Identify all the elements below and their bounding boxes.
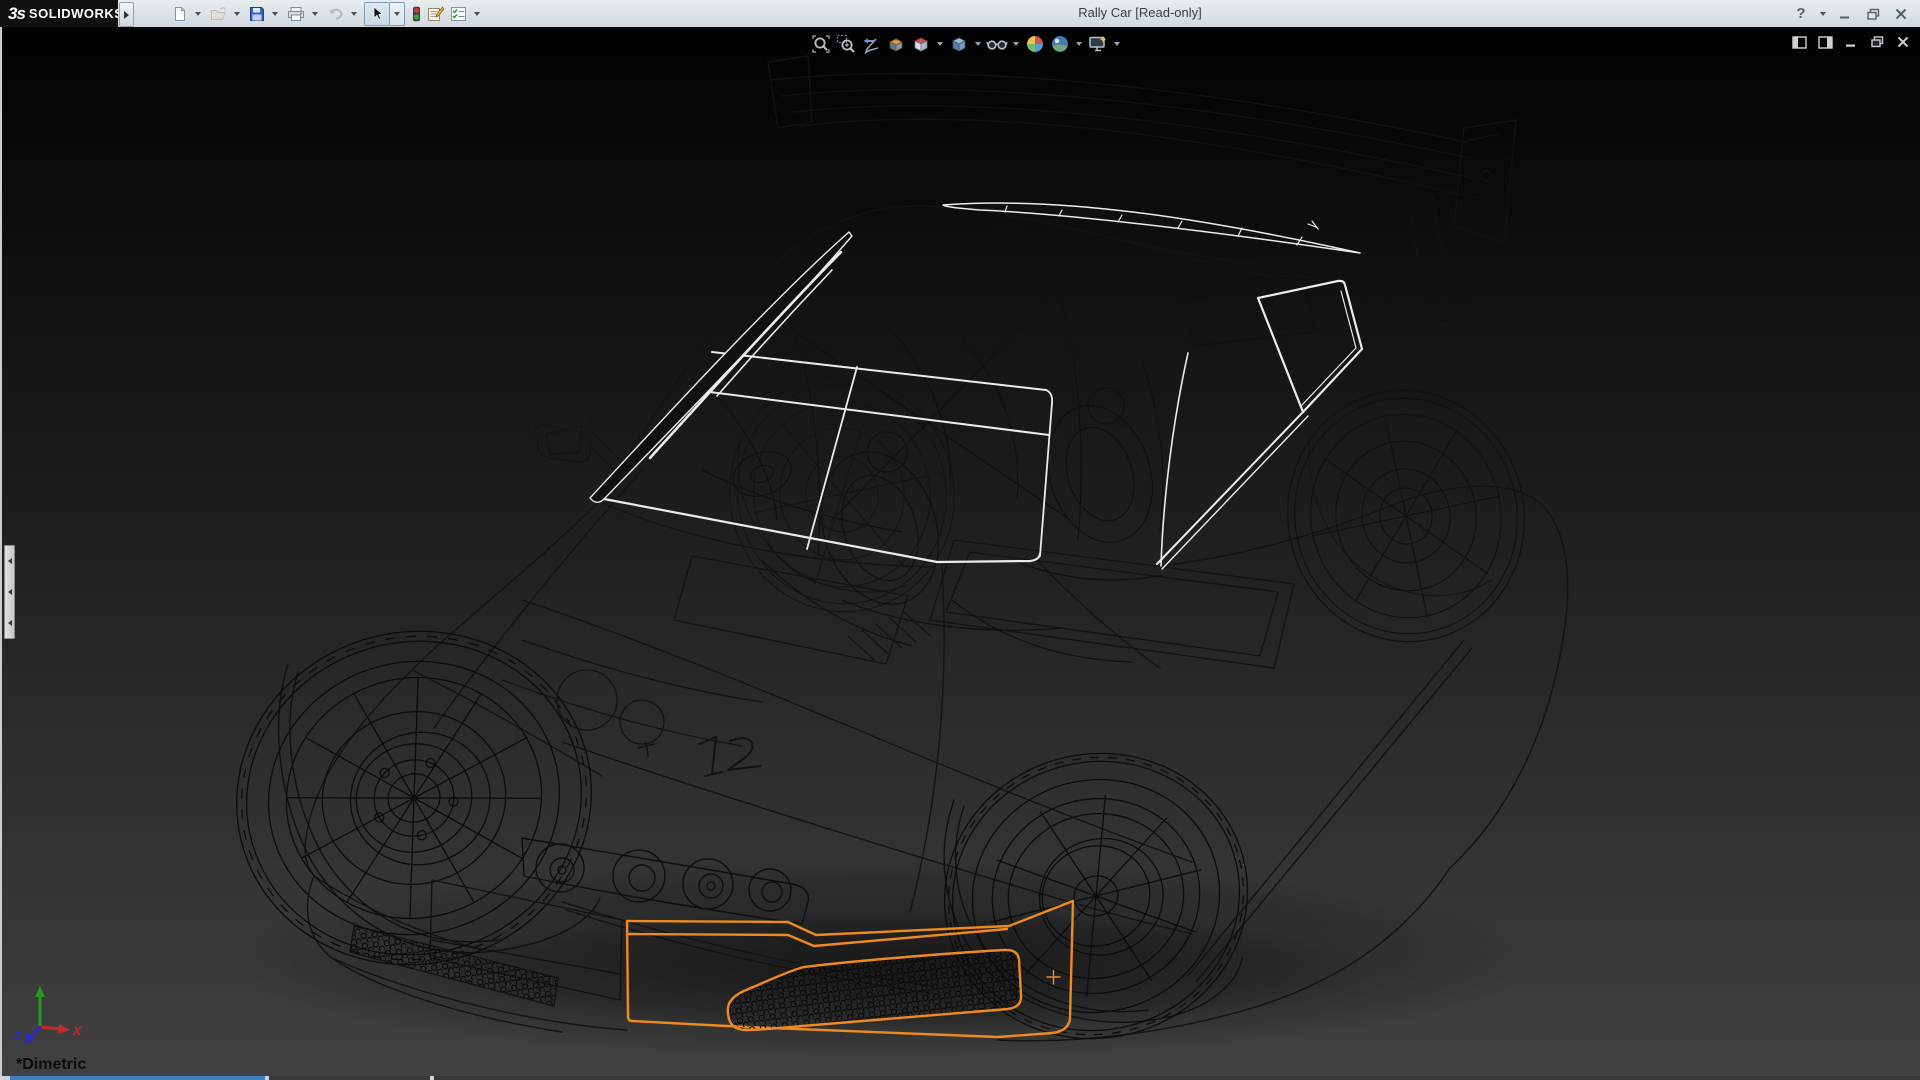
brand-name: SOLIDWORKS <box>29 6 124 21</box>
viewport-canvas[interactable]: X Z <box>2 27 1920 1080</box>
new-document-icon <box>172 6 188 22</box>
view-orientation-label: *Dimetric <box>16 1056 86 1074</box>
pane-right-icon <box>1818 36 1833 49</box>
zoom-to-area-icon <box>836 34 856 54</box>
undo-arrow-icon <box>327 6 344 22</box>
help-dropdown[interactable] <box>1818 4 1828 24</box>
doc-restore-button[interactable] <box>1868 33 1886 51</box>
highlighted-edges[interactable] <box>590 203 1362 569</box>
section-view-button[interactable] <box>885 33 907 55</box>
open-button[interactable] <box>208 3 229 25</box>
minimize-button[interactable] <box>1834 4 1856 24</box>
print-button[interactable] <box>285 3 307 25</box>
display-style-button[interactable] <box>948 33 970 55</box>
triad-x-label: X <box>72 1024 82 1038</box>
save-dropdown[interactable] <box>269 3 281 25</box>
doc-minimize-icon <box>1845 36 1857 48</box>
solidworks-logo: 3s SOLIDWORKS <box>0 0 118 27</box>
select-tool-button[interactable] <box>364 2 390 26</box>
zoom-to-fit-button[interactable] <box>810 33 832 55</box>
hide-show-items-button[interactable] <box>986 33 1008 55</box>
xpress-products-button[interactable] <box>410 3 423 25</box>
orientation-triad: X Z <box>13 986 82 1043</box>
save-floppy-icon <box>249 6 265 22</box>
brand-mark: 3s <box>8 4 25 24</box>
apply-scene-icon <box>1050 34 1070 54</box>
apply-scene-button[interactable] <box>1049 33 1071 55</box>
previous-view-button[interactable] <box>860 33 882 55</box>
chevron-left-icon <box>8 620 12 626</box>
graphics-viewport[interactable]: X Z <box>0 27 1920 1080</box>
undo-button[interactable] <box>325 3 346 25</box>
display-style-icon <box>949 34 969 54</box>
view-settings-button[interactable] <box>1087 33 1109 55</box>
edit-appearance-button[interactable] <box>1024 33 1046 55</box>
rear-deck-details[interactable] <box>968 218 1472 346</box>
hide-show-items-dropdown[interactable] <box>1011 33 1021 55</box>
open-dropdown[interactable] <box>231 3 243 25</box>
view-orientation-button[interactable] <box>910 33 932 55</box>
document-title: Rally Car [Read-only] <box>1040 0 1240 26</box>
checklist-icon <box>450 6 467 22</box>
chevron-right-icon <box>124 11 129 19</box>
solidworks-window: 3s SOLIDWORKS <box>0 0 1920 1080</box>
print-dropdown[interactable] <box>309 3 321 25</box>
display-style-dropdown[interactable] <box>973 33 983 55</box>
previous-view-icon <box>861 34 881 54</box>
document-window-controls <box>1790 33 1912 51</box>
section-view-icon <box>886 34 906 54</box>
title-bar: 3s SOLIDWORKS <box>0 0 1920 28</box>
chevron-left-icon <box>8 589 12 595</box>
doc-close-button[interactable] <box>1894 33 1912 51</box>
appearance-sphere-icon <box>1025 34 1045 54</box>
view-settings-icon <box>1088 34 1108 54</box>
view-settings-dropdown[interactable] <box>1112 33 1122 55</box>
select-tool-dropdown[interactable] <box>390 2 405 26</box>
side-mirror[interactable] <box>535 416 614 470</box>
heads-up-view-toolbar <box>810 33 1122 55</box>
doc-close-icon <box>1897 36 1909 48</box>
zoom-to-fit-icon <box>811 34 831 54</box>
open-folder-icon <box>210 6 227 22</box>
zoom-to-area-button[interactable] <box>835 33 857 55</box>
help-button[interactable]: ? <box>1790 4 1812 24</box>
feature-tree-splitter[interactable] <box>4 545 15 639</box>
doc-minimize-button[interactable] <box>1842 33 1860 51</box>
main-toolbar <box>170 0 487 27</box>
pane-left-icon <box>1792 36 1807 49</box>
doc-restore-icon <box>1871 36 1884 48</box>
rear-wing[interactable] <box>768 56 1516 306</box>
restore-button[interactable] <box>1862 4 1884 24</box>
eyeglasses-icon <box>986 34 1008 54</box>
close-icon <box>1895 8 1907 20</box>
traffic-light-icon <box>412 6 421 22</box>
close-button[interactable] <box>1890 4 1912 24</box>
restore-icon <box>1867 8 1880 20</box>
rear-right-wheel[interactable] <box>1264 368 1547 664</box>
display-pane-toggle-button[interactable] <box>1816 33 1834 51</box>
minimize-icon <box>1839 8 1851 20</box>
view-orientation-dropdown[interactable] <box>935 33 945 55</box>
design-checker-button[interactable] <box>425 3 446 25</box>
cursor-arrow-icon <box>371 6 384 21</box>
triad-z-label: Z <box>13 1029 22 1043</box>
new-document-button[interactable] <box>170 3 190 25</box>
hood-details[interactable] <box>502 540 1294 776</box>
apply-scene-dropdown[interactable] <box>1074 33 1084 55</box>
task-pane-options-dropdown[interactable] <box>471 3 483 25</box>
feature-pane-toggle-button[interactable] <box>1790 33 1808 51</box>
printer-icon <box>287 6 305 22</box>
undo-dropdown[interactable] <box>348 3 360 25</box>
clipboard-pencil-icon <box>427 6 444 22</box>
menu-expand-button[interactable] <box>119 2 134 27</box>
chevron-left-icon <box>8 558 12 564</box>
task-pane-options-button[interactable] <box>448 3 469 25</box>
bottom-edge-strip <box>0 1076 1920 1080</box>
save-button[interactable] <box>247 3 267 25</box>
window-controls: ? <box>1790 0 1912 27</box>
view-orientation-icon <box>911 34 931 54</box>
new-document-dropdown[interactable] <box>192 3 204 25</box>
